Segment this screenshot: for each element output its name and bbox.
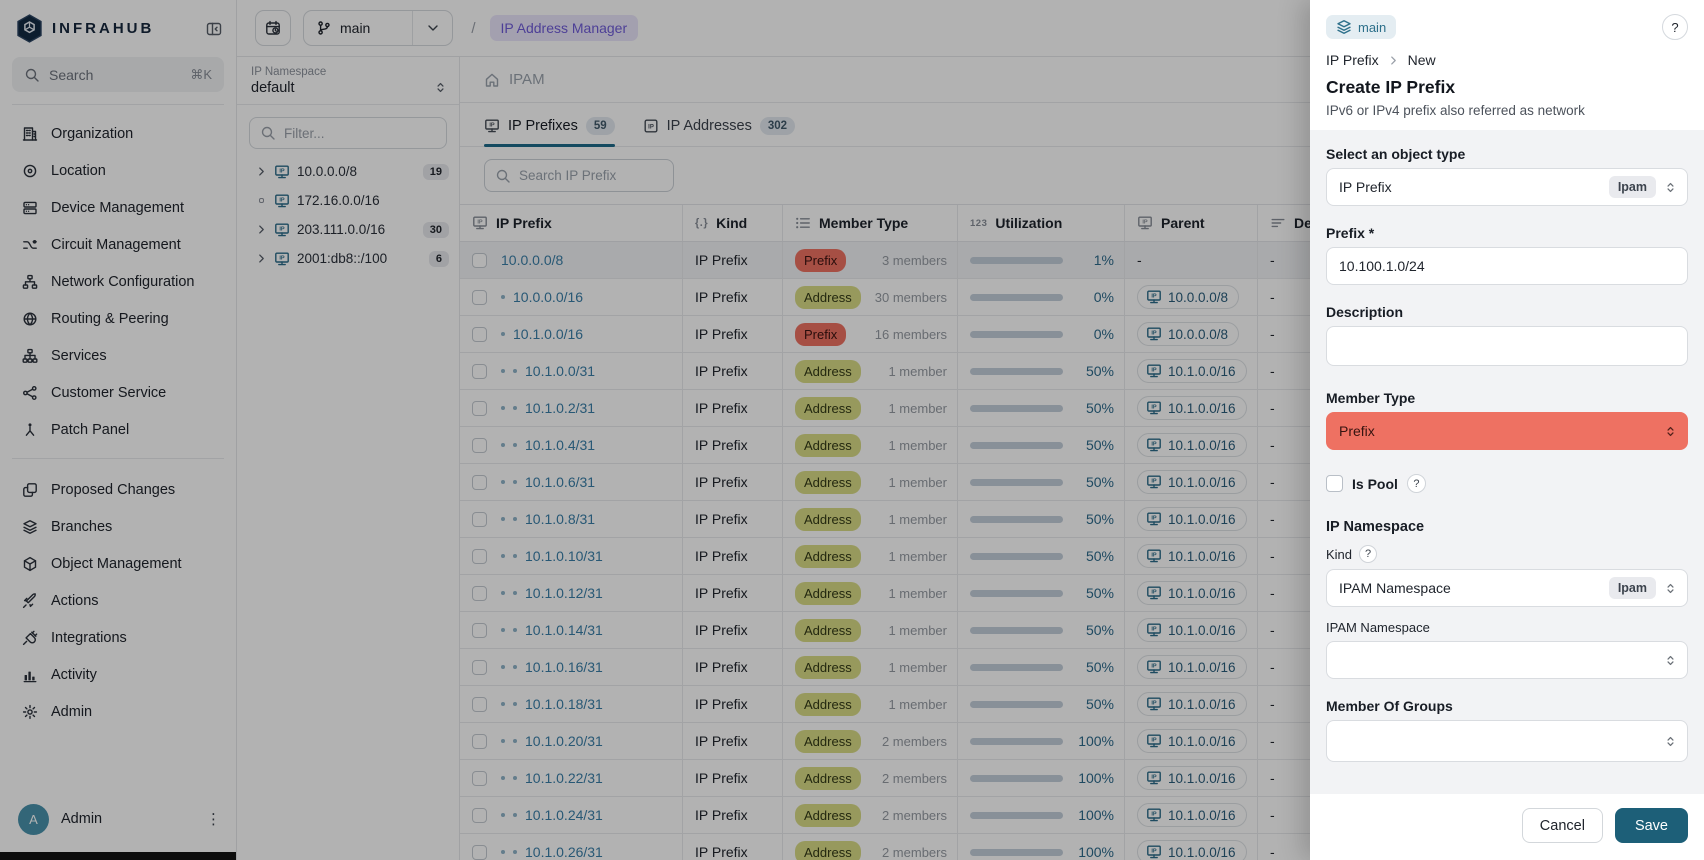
drawer-subtitle: IPv6 or IPv4 prefix also referred as net…: [1326, 103, 1688, 118]
branch-badge-label: main: [1358, 20, 1386, 35]
member-type-label: Member Type: [1326, 390, 1688, 406]
app-screen: INFRAHUB Search ⌘K OrganizationLocationD…: [0, 0, 1704, 860]
breadcrumb-parent[interactable]: IP Prefix: [1326, 52, 1379, 68]
layers-icon: [1336, 19, 1352, 35]
ipam-namespace-label: IPAM Namespace: [1326, 620, 1688, 635]
branch-badge: main: [1326, 15, 1396, 39]
ipam-badge: Ipam: [1609, 577, 1656, 599]
member-type-value: Prefix: [1339, 423, 1375, 439]
description-label: Description: [1326, 304, 1688, 320]
member-of-groups-label: Member Of Groups: [1326, 698, 1688, 714]
kind-select[interactable]: IPAM Namespace Ipam: [1326, 569, 1688, 607]
modal-overlay[interactable]: [0, 0, 1310, 860]
object-type-label: Select an object type: [1326, 146, 1688, 162]
updown-icon: [1664, 425, 1677, 438]
drawer-header: main ? IP Prefix New Create IP Prefix IP…: [1310, 0, 1704, 130]
member-of-groups-select[interactable]: [1326, 720, 1688, 762]
updown-icon: [1664, 654, 1677, 667]
cancel-button[interactable]: Cancel: [1522, 808, 1603, 843]
prefix-input[interactable]: [1326, 247, 1688, 285]
drawer-title: Create IP Prefix: [1326, 77, 1688, 98]
object-type-select[interactable]: IP Prefix Ipam: [1326, 168, 1688, 206]
prefix-label: Prefix *: [1326, 225, 1688, 241]
ipam-badge: Ipam: [1609, 176, 1656, 198]
object-type-value: IP Prefix: [1339, 179, 1392, 195]
create-prefix-drawer: main ? IP Prefix New Create IP Prefix IP…: [1310, 0, 1704, 860]
updown-icon: [1664, 582, 1677, 595]
kind-help-button[interactable]: ?: [1359, 545, 1377, 563]
kind-label: Kind: [1326, 547, 1352, 562]
is-pool-help-button[interactable]: ?: [1407, 474, 1426, 493]
ip-namespace-section-label: IP Namespace: [1326, 519, 1688, 535]
updown-icon: [1664, 735, 1677, 748]
save-button[interactable]: Save: [1615, 808, 1688, 843]
is-pool-label: Is Pool: [1352, 476, 1398, 492]
member-type-select[interactable]: Prefix: [1326, 412, 1688, 450]
drawer-footer: Cancel Save: [1310, 794, 1704, 860]
drawer-form: Select an object type IP Prefix Ipam Pre…: [1310, 130, 1704, 794]
breadcrumb-current: New: [1408, 52, 1436, 68]
drawer-breadcrumb: IP Prefix New: [1326, 52, 1688, 68]
ipam-namespace-select[interactable]: [1326, 641, 1688, 679]
chevron-right-icon: [1388, 55, 1399, 66]
is-pool-checkbox[interactable]: [1326, 475, 1343, 492]
help-button[interactable]: ?: [1662, 14, 1688, 40]
description-input[interactable]: [1326, 326, 1688, 366]
kind-value: IPAM Namespace: [1339, 580, 1451, 596]
updown-icon: [1664, 181, 1677, 194]
